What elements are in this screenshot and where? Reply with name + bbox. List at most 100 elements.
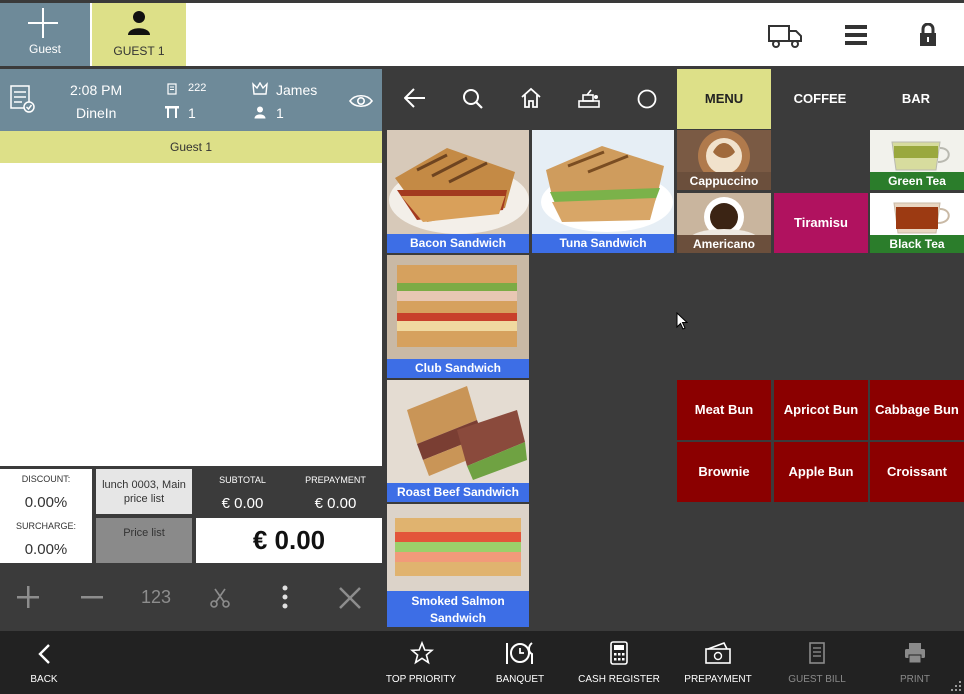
cashier-icon	[578, 89, 600, 108]
table-icon	[165, 106, 179, 118]
search-button[interactable]	[444, 69, 500, 129]
order-number: 222	[188, 82, 207, 94]
tuna-sandwich-image	[532, 130, 674, 235]
bill-icon	[809, 642, 825, 664]
top-bar: Guest GUEST 1	[0, 0, 964, 66]
surcharge-value: 0.00%	[24, 541, 68, 558]
add-guest-label: Guest	[28, 42, 61, 56]
product-croissant[interactable]: Croissant	[870, 442, 964, 502]
category-menu[interactable]: MENU	[677, 69, 771, 129]
back-label: BACK	[30, 674, 58, 685]
truck-icon[interactable]	[768, 23, 802, 49]
product-label: Tuna Sandwich	[532, 234, 674, 253]
product-meat-bun[interactable]: Meat Bun	[677, 380, 771, 440]
product-americano[interactable]: Americano	[677, 193, 771, 253]
smoked-salmon-sandwich-image	[387, 504, 529, 591]
prepayment-button-label: PREPAYMENT	[684, 674, 752, 685]
guest-count: 1	[276, 105, 284, 121]
document-icon	[167, 83, 177, 95]
subtotal-value: € 0.00	[221, 495, 264, 512]
resize-grip-icon[interactable]	[950, 680, 962, 692]
print-label: PRINT	[900, 674, 930, 685]
table-number: 1	[188, 105, 196, 121]
circle-button[interactable]	[618, 69, 674, 129]
print-button[interactable]: PRINT	[890, 631, 940, 694]
guest-tab-label: GUEST 1	[113, 44, 165, 58]
product-cappuccino[interactable]: Cappuccino	[677, 130, 771, 190]
back-button[interactable]: BACK	[14, 631, 74, 694]
product-cabbage-bun[interactable]: Cabbage Bun	[870, 380, 964, 440]
guest-bill-button[interactable]: GUEST BILL	[784, 631, 850, 694]
increase-button[interactable]	[0, 563, 64, 631]
order-actions: 123	[0, 563, 382, 631]
product-brownie[interactable]: Brownie	[677, 442, 771, 502]
surcharge-label: SURCHARGE:	[15, 521, 76, 531]
person-icon	[254, 106, 266, 119]
current-price-list: lunch 0003, Main price list	[96, 469, 192, 514]
price-list-button[interactable]: Price list	[96, 518, 192, 563]
subtotal-label: SUBTOTAL	[219, 475, 266, 485]
order-items-area[interactable]	[0, 163, 382, 466]
printer-icon	[905, 643, 925, 664]
bottom-bar: BACK TOP PRIORITY BANQUET CASH REGISTER …	[0, 631, 964, 694]
total-amount: € 0.00	[196, 518, 382, 563]
eye-icon[interactable]	[349, 93, 373, 109]
decrease-button[interactable]	[60, 563, 124, 631]
user-icon	[128, 11, 150, 35]
product-tiramisu[interactable]: Tiramisu	[774, 193, 868, 253]
order-info-bar: 2:08 PM DineIn 222 1 James 1	[0, 69, 382, 131]
guest-strip[interactable]: Guest 1	[0, 131, 382, 163]
product-bacon-sandwich[interactable]: Bacon Sandwich	[387, 130, 529, 253]
close-icon	[339, 587, 361, 609]
product-roast-beef-sandwich[interactable]: Roast Beef Sandwich	[387, 380, 529, 502]
split-button[interactable]	[188, 563, 252, 631]
product-label: Americano	[677, 235, 771, 253]
banquet-label: BANQUET	[495, 674, 545, 685]
category-bar[interactable]: BAR	[869, 69, 963, 129]
cash-register-button[interactable]: CASH REGISTER	[578, 631, 660, 694]
category-coffee[interactable]: COFFEE	[773, 69, 867, 129]
product-nav-bar: MENU COFFEE BAR	[386, 69, 964, 129]
top-priority-label: TOP PRIORITY	[385, 674, 457, 685]
prepayment-value: € 0.00	[314, 495, 357, 512]
product-club-sandwich[interactable]: Club Sandwich	[387, 255, 529, 378]
receipt-icon[interactable]	[10, 84, 36, 114]
product-apricot-bun[interactable]: Apricot Bun	[774, 380, 868, 440]
top-priority-button[interactable]: TOP PRIORITY	[383, 631, 459, 694]
numpad-button[interactable]: 123	[124, 563, 188, 631]
product-tuna-sandwich[interactable]: Tuna Sandwich	[532, 130, 674, 253]
star-icon	[410, 641, 434, 665]
add-guest-button[interactable]: Guest	[0, 3, 90, 66]
prepayment-button[interactable]: PREPAYMENT	[682, 631, 754, 694]
plus-icon	[17, 586, 39, 608]
cashier-button[interactable]	[560, 69, 616, 129]
product-label: Bacon Sandwich	[387, 234, 529, 253]
scissors-icon	[210, 588, 230, 608]
more-button[interactable]	[253, 563, 317, 631]
product-black-tea[interactable]: Black Tea	[870, 193, 964, 253]
search-icon	[463, 89, 483, 109]
clear-button[interactable]	[318, 563, 382, 631]
product-label: Cappuccino	[677, 172, 771, 190]
back-nav-button[interactable]	[386, 69, 442, 129]
home-button[interactable]	[502, 69, 558, 129]
plus-icon	[28, 8, 58, 38]
lock-icon[interactable]	[919, 23, 937, 47]
guest-tab[interactable]: GUEST 1	[92, 3, 186, 66]
discount-value: 0.00%	[24, 494, 68, 511]
discount-label: DISCOUNT:	[21, 474, 71, 484]
menu-icon[interactable]	[845, 24, 867, 46]
club-sandwich-image	[387, 255, 529, 360]
product-green-tea[interactable]: Green Tea	[870, 130, 964, 190]
banquet-button[interactable]: BANQUET	[489, 631, 551, 694]
minus-icon	[81, 596, 103, 599]
product-smoked-salmon-sandwich[interactable]: Smoked Salmon Sandwich	[387, 504, 529, 627]
order-time: 2:08 PM	[70, 82, 123, 98]
product-label: Black Tea	[870, 235, 964, 253]
product-apple-bun[interactable]: Apple Bun	[774, 442, 868, 502]
discount-box[interactable]: DISCOUNT: 0.00% SURCHARGE: 0.00%	[0, 469, 92, 563]
cash-register-label: CASH REGISTER	[578, 674, 660, 685]
product-label: Roast Beef Sandwich	[387, 483, 529, 502]
crown-icon	[252, 82, 268, 95]
banquet-icon	[506, 642, 533, 664]
